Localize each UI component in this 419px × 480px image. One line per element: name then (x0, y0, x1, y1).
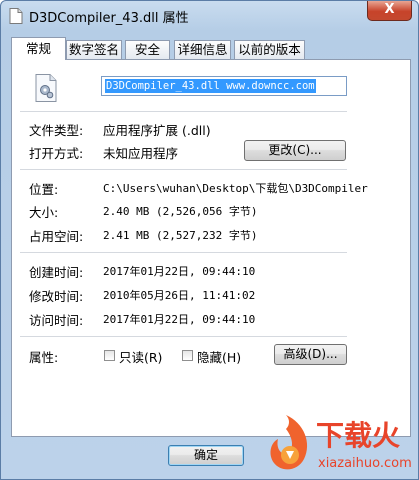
tab-security[interactable]: 安全 (125, 40, 170, 59)
readonly-checkbox[interactable] (104, 350, 115, 361)
separator (20, 336, 347, 337)
location-label: 位置: (29, 182, 59, 197)
modified-label: 修改时间: (29, 289, 84, 304)
document-icon (9, 8, 23, 24)
file-type-value: 应用程序扩展 (.dll) (103, 123, 211, 138)
tab-details[interactable]: 详细信息 (174, 40, 231, 59)
created-label: 创建时间: (29, 265, 84, 280)
attributes-label: 属性: (29, 350, 59, 365)
window-title: D3DCompiler_43.dll 属性 (29, 11, 189, 26)
file-name-value: D3DCompiler_43.dll www.downcc.com (105, 79, 316, 93)
svg-text:下载火: 下载火 (316, 419, 400, 452)
separator (20, 252, 347, 253)
dll-file-icon (35, 74, 57, 102)
general-panel (11, 59, 411, 437)
properties-window: D3DCompiler_43.dll 属性 X 常规 数字签名 安全 详细信息 … (0, 0, 419, 480)
size-value: 2.40 MB (2,526,056 字节) (103, 205, 258, 218)
accessed-value: 2017年01月22日, 09:44:10 (103, 313, 256, 326)
location-value: C:\Users\wuhan\Desktop\下载包\D3DCompiler (103, 182, 368, 195)
size-label: 大小: (29, 205, 59, 220)
size-on-disk-label: 占用空间: (29, 229, 84, 244)
modified-value: 2010年05月26日, 11:41:02 (103, 289, 256, 302)
hidden-checkbox[interactable] (182, 350, 193, 361)
readonly-label[interactable]: 只读(R) (119, 347, 162, 366)
ok-button[interactable]: 确定 (168, 445, 244, 466)
size-on-disk-value: 2.41 MB (2,527,232 字节) (103, 229, 258, 242)
advanced-button[interactable]: 高级(D)... (274, 344, 347, 365)
tab-general[interactable]: 常规 (11, 37, 66, 60)
tab-previous-versions[interactable]: 以前的版本 (234, 40, 305, 59)
opens-with-label: 打开方式: (29, 146, 84, 161)
svg-text:xiazaihuo.com: xiazaihuo.com (318, 456, 412, 471)
opens-with-value: 未知应用程序 (103, 146, 179, 161)
change-button[interactable]: 更改(C)... (244, 140, 346, 161)
close-button[interactable]: X (367, 1, 412, 21)
xiazaihuo-watermark-logo: 下载火 xiazaihuo.com (270, 415, 412, 471)
file-type-label: 文件类型: (29, 123, 84, 138)
separator (20, 169, 347, 170)
hidden-label[interactable]: 隐藏(H) (197, 347, 241, 366)
separator (20, 111, 347, 112)
created-value: 2017年01月22日, 09:44:10 (103, 265, 256, 278)
file-name-field[interactable]: D3DCompiler_43.dll www.downcc.com (101, 76, 347, 96)
tab-digital-signatures[interactable]: 数字签名 (66, 40, 122, 59)
accessed-label: 访问时间: (29, 313, 84, 328)
